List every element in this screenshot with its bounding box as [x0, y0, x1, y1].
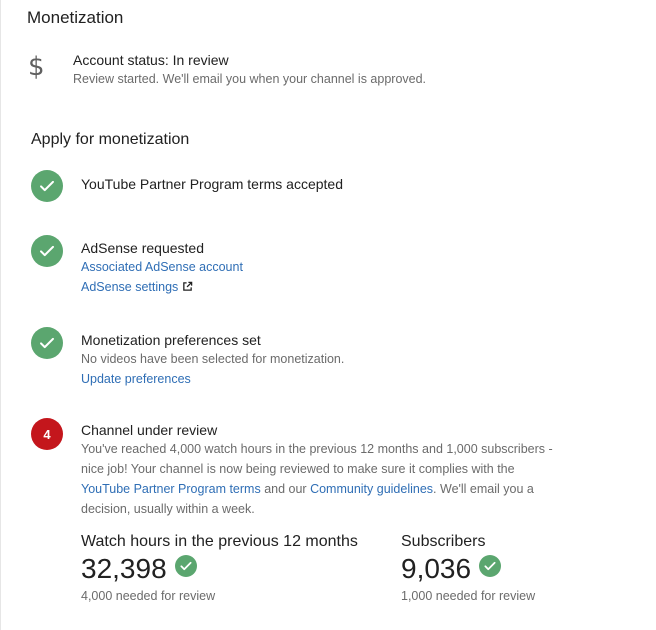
- step-title: AdSense requested: [81, 240, 204, 256]
- stat-label: Subscribers: [401, 533, 486, 550]
- account-status: Account status: In review: [73, 52, 229, 68]
- step-number-badge: 4: [31, 418, 63, 450]
- adsense-settings-label: AdSense settings: [81, 280, 179, 294]
- check-circle-icon: [31, 235, 63, 267]
- step-description: No videos have been selected for monetiz…: [81, 352, 345, 366]
- account-status-description: Review started. We'll email you when you…: [73, 72, 427, 86]
- check-circle-icon: [31, 170, 63, 202]
- partner-program-terms-link[interactable]: YouTube Partner Program terms: [81, 482, 261, 496]
- subscribers-stat: Subscribers 9,036 1,000 needed for revie…: [401, 533, 535, 603]
- page-title: Monetization: [27, 8, 124, 27]
- stat-note: 1,000 needed for review: [401, 589, 536, 603]
- step-title: Channel under review: [81, 422, 218, 438]
- stat-label: Watch hours in the previous 12 months: [81, 533, 358, 550]
- associated-adsense-account-link[interactable]: Associated AdSense account: [81, 257, 601, 277]
- step-title: Monetization preferences set: [81, 332, 261, 348]
- apply-section-title: Apply for monetization: [31, 131, 190, 148]
- step-title: YouTube Partner Program terms accepted: [81, 176, 343, 192]
- external-link-icon: [182, 278, 193, 298]
- description-text: You've reached 4,000 watch hours in the …: [81, 442, 553, 476]
- stat-value: 9,036: [401, 553, 472, 584]
- description-text: and our: [260, 482, 311, 496]
- panel-border: [0, 0, 1, 630]
- dollar-icon: $: [28, 52, 45, 82]
- stat-note: 4,000 needed for review: [81, 589, 216, 603]
- update-preferences-link[interactable]: Update preferences: [81, 369, 601, 389]
- check-circle-icon: [479, 555, 502, 577]
- step-description: You've reached 4,000 watch hours in the …: [81, 439, 559, 519]
- adsense-settings-link[interactable]: AdSense settings: [81, 277, 601, 298]
- community-guidelines-link[interactable]: Community guidelines: [310, 482, 433, 496]
- check-circle-icon: [174, 555, 197, 577]
- check-circle-icon: [31, 327, 63, 359]
- watch-hours-stat: Watch hours in the previous 12 months 32…: [81, 533, 358, 603]
- stat-value: 32,398: [81, 553, 167, 584]
